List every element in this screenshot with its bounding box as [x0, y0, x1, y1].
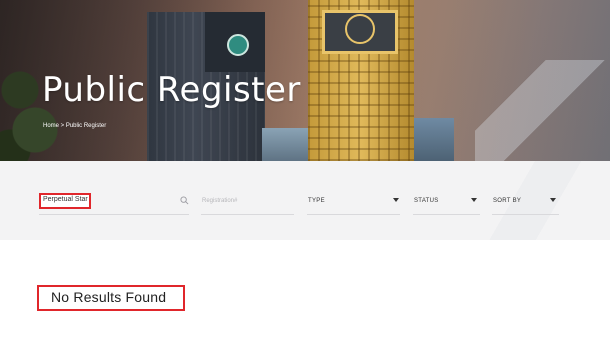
status-dropdown-label[interactable]: STATUS	[414, 198, 439, 204]
search-icon[interactable]	[180, 196, 189, 205]
sort-dropdown-label[interactable]: SORT BY	[493, 198, 521, 204]
no-results-message: No Results Found	[51, 289, 167, 305]
page-title: Public Register	[42, 70, 301, 110]
chevron-down-icon[interactable]	[471, 198, 477, 202]
breadcrumb[interactable]: Home > Public Register	[43, 123, 106, 129]
watermark-logo	[475, 60, 610, 161]
type-dropdown-label[interactable]: TYPE	[308, 198, 325, 204]
chevron-down-icon[interactable]	[393, 198, 399, 202]
glass-building	[262, 128, 312, 161]
glass-spire-building	[414, 118, 454, 161]
registration-input[interactable]: Registration#	[202, 198, 237, 204]
search-input[interactable]: Perpetual Star	[43, 196, 88, 203]
clock-icon	[345, 14, 375, 44]
tower-logo-icon	[227, 34, 249, 56]
chevron-down-icon[interactable]	[550, 198, 556, 202]
